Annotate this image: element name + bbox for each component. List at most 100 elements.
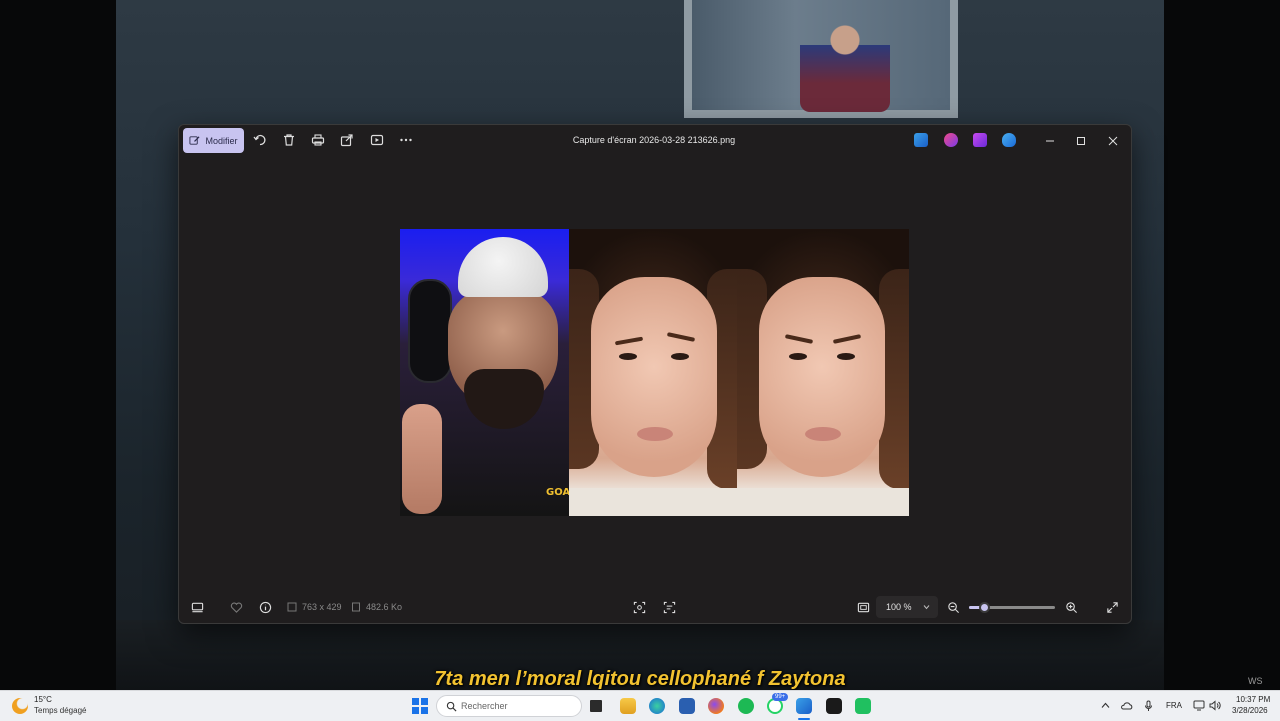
expand-icon [1106,601,1118,613]
eye-shape [671,353,689,360]
dimensions-icon [287,602,297,612]
beard-shape [464,369,544,429]
hand-shape [402,404,442,514]
onedrive-tray-icon[interactable] [1120,699,1133,712]
zoom-out-button[interactable] [945,599,961,615]
filmstrip-button[interactable] [189,599,205,615]
image-panel-woman-right [737,229,909,516]
smart-crop-button[interactable] [631,599,647,615]
share-icon [340,134,353,147]
windows-logo-icon [412,698,419,705]
volume-icon[interactable] [1208,699,1221,712]
file-size: 482.6 Ko [366,602,403,612]
edit-button[interactable]: Modifier [183,128,244,153]
more-options-button[interactable] [398,132,414,148]
brow-shape [666,332,696,342]
favorite-button[interactable] [228,599,244,615]
designer-app-icon[interactable] [944,133,958,147]
maximize-icon [1077,137,1085,145]
scan-text-icon [663,601,675,613]
image-panel-woman-left [569,229,737,516]
close-icon [1108,136,1118,146]
fit-to-window-button[interactable] [855,599,871,615]
edge-browser-icon[interactable] [649,698,665,714]
taskbar-search-box[interactable]: Rechercher [436,695,582,717]
channel-watermark: WS [1248,676,1263,686]
weather-condition[interactable]: Temps dégagé [34,706,86,715]
frame-select-icon [633,601,645,613]
zoom-slider[interactable] [969,602,1055,613]
eye-shape [837,353,855,360]
lips-shape [805,427,841,441]
scene-figure [800,16,890,112]
share-button[interactable] [339,132,355,148]
microsoft-store-icon[interactable] [679,698,695,714]
lips-shape [637,427,673,441]
weather-moon-icon[interactable] [12,698,28,714]
edit-button-label: Modifier [205,135,238,146]
brow-shape [614,336,644,346]
heart-icon [230,601,242,613]
spotify-icon[interactable] [738,698,754,714]
file-size-icon [352,602,360,612]
headset-shape [408,279,452,383]
print-button[interactable] [310,132,326,148]
window-title: Capture d'écran 2026-03-28 213626.png [572,135,736,145]
search-placeholder: Rechercher [461,701,508,711]
photos-taskbar-icon[interactable] [796,698,812,714]
minimize-button[interactable] [1041,132,1059,150]
windows-logo-icon [421,698,428,705]
clock-date[interactable]: 3/28/2026 [1232,706,1268,715]
microphone-icon[interactable] [1142,699,1155,712]
printer-icon [311,134,325,146]
title-bar: Modifier Capture d'écran 2026-03-28 2136… [179,125,1131,157]
zoom-out-icon [947,601,959,613]
photos-app-icon[interactable] [914,133,928,147]
edit-icon [189,136,200,145]
bottom-bar: 763 x 429 482.6 Ko 100 % [179,592,1131,622]
info-icon [259,601,271,613]
photos-app-window: Modifier Capture d'écran 2026-03-28 2136… [178,124,1132,624]
eye-shape [789,353,807,360]
slideshow-icon [370,134,384,146]
weather-temperature[interactable]: 15°C [34,695,52,704]
full-screen-button[interactable] [1104,599,1120,615]
clock-time[interactable]: 10:37 PM [1236,695,1270,704]
notification-badge: 99+ [772,693,789,701]
delete-button[interactable] [281,132,297,148]
close-button[interactable] [1104,132,1122,150]
zoom-slider-thumb[interactable] [979,602,991,613]
file-info-button[interactable] [257,599,273,615]
zoom-level-value: 100 % [886,602,912,612]
image-panel-streamer: GOAT [400,229,576,516]
text-scan-button[interactable] [661,599,677,615]
clipchamp-app-icon[interactable] [973,133,987,147]
windows-logo-icon [412,707,419,714]
sweater-shape [737,488,909,516]
android-app-icon[interactable] [855,698,871,714]
task-view-icon[interactable] [590,700,602,712]
brow-shape [832,334,862,344]
start-button[interactable] [412,698,428,714]
file-explorer-icon[interactable] [620,698,636,714]
slideshow-button[interactable] [369,132,385,148]
chevron-down-icon [923,605,930,610]
capcut-icon[interactable] [826,698,842,714]
network-icon[interactable] [1192,699,1205,712]
zoom-level-dropdown[interactable]: 100 % [876,596,938,618]
face-shape [591,277,717,477]
onedrive-icon[interactable] [1002,133,1016,147]
rotate-button[interactable] [252,132,268,148]
eye-shape [619,353,637,360]
input-language[interactable]: FRA [1166,701,1182,710]
displayed-image[interactable]: GOAT [400,229,909,516]
windows-logo-icon [421,707,428,714]
zoom-in-button[interactable] [1063,599,1079,615]
sweater-shape [569,488,737,516]
fit-window-icon [857,602,869,612]
maximize-button[interactable] [1072,132,1090,150]
firefox-icon[interactable] [708,698,724,714]
filmstrip-icon [191,602,203,612]
brow-shape [784,334,814,344]
show-hidden-icons-chevron-up-icon[interactable] [1099,699,1112,712]
